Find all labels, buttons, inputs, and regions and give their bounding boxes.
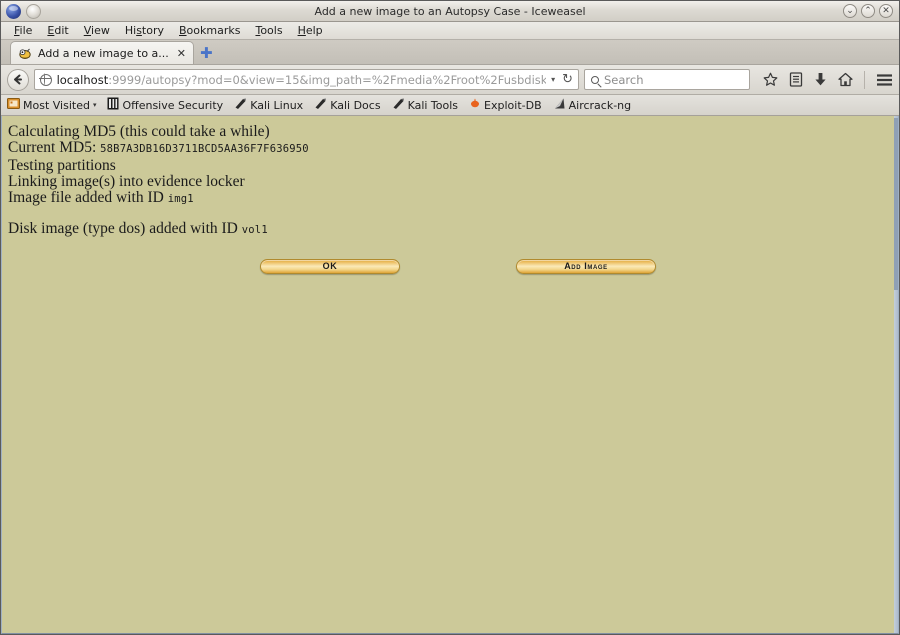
most-visited-icon (7, 97, 20, 113)
search-bar[interactable]: Search (584, 69, 750, 90)
bookmark-aircrack-ng[interactable]: Aircrack-ng (553, 97, 632, 113)
disk-image-label: Disk image (type dos) added with ID (8, 220, 242, 238)
window-title: Add a new image to an Autopsy Case - Ice… (314, 4, 586, 18)
bookmark-label: Kali Tools (407, 98, 459, 112)
url-dropdown-icon[interactable]: ▾ (551, 75, 555, 84)
tab-label: Add a new image to a... (38, 46, 169, 60)
page-scrollbar-thumb[interactable] (894, 118, 898, 290)
menu-help[interactable]: Help (291, 23, 330, 38)
page-viewport: Calculating MD5 (this could take a while… (1, 116, 899, 634)
search-icon (591, 75, 599, 84)
toolbar-separator (864, 70, 865, 89)
tab-strip: Add a new image to a... ✕ ✚ (1, 40, 899, 65)
page-scrollbar[interactable] (894, 116, 898, 633)
back-button[interactable] (7, 68, 29, 91)
library-icon[interactable] (789, 72, 803, 87)
bookmark-label: Kali Docs (330, 98, 381, 112)
menu-tools[interactable]: Tools (248, 23, 289, 38)
bookmark-label: Most Visited (23, 98, 90, 112)
tab-close-icon[interactable]: ✕ (175, 47, 186, 60)
kali-dragon-icon (314, 97, 327, 113)
button-row: OK Add Image (8, 258, 898, 274)
menu-icon[interactable] (876, 73, 893, 87)
search-placeholder: Search (604, 72, 644, 87)
bookmark-label: Exploit-DB (484, 98, 542, 112)
minimize-button[interactable]: ⌄ (843, 4, 857, 18)
bookmark-most-visited[interactable]: Most Visited ▾ (7, 97, 96, 113)
iceweasel-app-icon[interactable] (6, 3, 21, 19)
log-line-calculating-md5: Calculating MD5 (this could take a while… (8, 123, 270, 140)
exploit-db-icon (469, 97, 481, 113)
autopsy-output-page: Calculating MD5 (this could take a while… (2, 116, 898, 633)
current-md5-value: 58B7A3DB16D3711BCD5AA36F7F636950 (100, 143, 309, 156)
add-image-button[interactable]: Add Image (516, 258, 656, 274)
reload-icon[interactable]: ↻ (560, 72, 573, 87)
log-line-testing-partitions: Testing partitions (8, 156, 116, 174)
ok-button[interactable]: OK (260, 258, 400, 274)
menu-bookmarks[interactable]: Bookmarks (172, 23, 247, 38)
bookmark-star-icon[interactable] (763, 72, 778, 87)
log-line-current-md5: Current MD5: 58B7A3DB16D3711BCD5AA36F7F6… (8, 140, 898, 157)
menu-view[interactable]: View (77, 23, 117, 38)
chevron-down-icon[interactable]: ▾ (93, 101, 97, 109)
bookmark-kali-linux[interactable]: Kali Linux (234, 97, 303, 113)
globe-icon (39, 73, 52, 86)
tab-autopsy[interactable]: Add a new image to a... ✕ (10, 41, 195, 64)
window-menu-icon[interactable] (26, 3, 41, 19)
close-button[interactable]: ✕ (879, 4, 893, 18)
menu-edit[interactable]: Edit (40, 23, 75, 38)
log-line-image-file-added: Image file added with ID img1 (8, 190, 898, 207)
menu-file[interactable]: File (7, 23, 39, 38)
title-bar: Add a new image to an Autopsy Case - Ice… (1, 1, 899, 22)
title-bar-left-icons (1, 3, 41, 19)
aircrack-ng-icon (553, 97, 566, 113)
bookmark-label: Kali Linux (250, 98, 304, 112)
image-id-value: img1 (167, 193, 194, 206)
bookmark-kali-tools[interactable]: Kali Tools (392, 97, 458, 113)
menu-history[interactable]: History (118, 23, 171, 38)
log-line-disk-image-added: Disk image (type dos) added with ID vol1 (8, 221, 898, 238)
url-host: localhost (56, 72, 109, 87)
autopsy-favicon (18, 46, 32, 60)
image-added-label: Image file added with ID (8, 189, 168, 207)
kali-dragon-icon (392, 97, 405, 113)
bookmark-offensive-security[interactable]: Offensive Security (107, 97, 223, 113)
bookmark-label: Aircrack-ng (568, 98, 632, 112)
downloads-icon[interactable] (814, 72, 827, 87)
url-rest: :9999/autopsy?mod=0&view=15&img_path=%2F… (108, 72, 547, 87)
bookmarks-bar: Most Visited ▾ Offensive Security Kali L… (1, 95, 899, 116)
log-line-linking-image: Linking image(s) into evidence locker (8, 172, 245, 190)
bookmark-kali-docs[interactable]: Kali Docs (314, 97, 381, 113)
window-controls: ⌄ ⌃ ✕ (843, 4, 899, 18)
bookmark-label: Offensive Security (122, 98, 224, 112)
maximize-button[interactable]: ⌃ (861, 4, 875, 18)
home-icon[interactable] (838, 72, 853, 87)
navigation-toolbar: localhost:9999/autopsy?mod=0&view=15&img… (1, 65, 899, 95)
volume-id-value: vol1 (241, 224, 268, 237)
menu-bar: File Edit View History Bookmarks Tools H… (1, 22, 899, 40)
kali-dragon-icon (234, 97, 247, 113)
current-md5-label: Current MD5: (8, 139, 101, 157)
bookmark-exploit-db[interactable]: Exploit-DB (469, 97, 542, 113)
url-text: localhost:9999/autopsy?mod=0&view=15&img… (57, 73, 547, 87)
url-bar[interactable]: localhost:9999/autopsy?mod=0&view=15&img… (33, 69, 579, 90)
browser-window: Add a new image to an Autopsy Case - Ice… (0, 0, 900, 635)
offensive-security-icon (107, 97, 119, 113)
toolbar-icons (755, 70, 893, 89)
new-tab-button[interactable]: ✚ (200, 46, 213, 61)
